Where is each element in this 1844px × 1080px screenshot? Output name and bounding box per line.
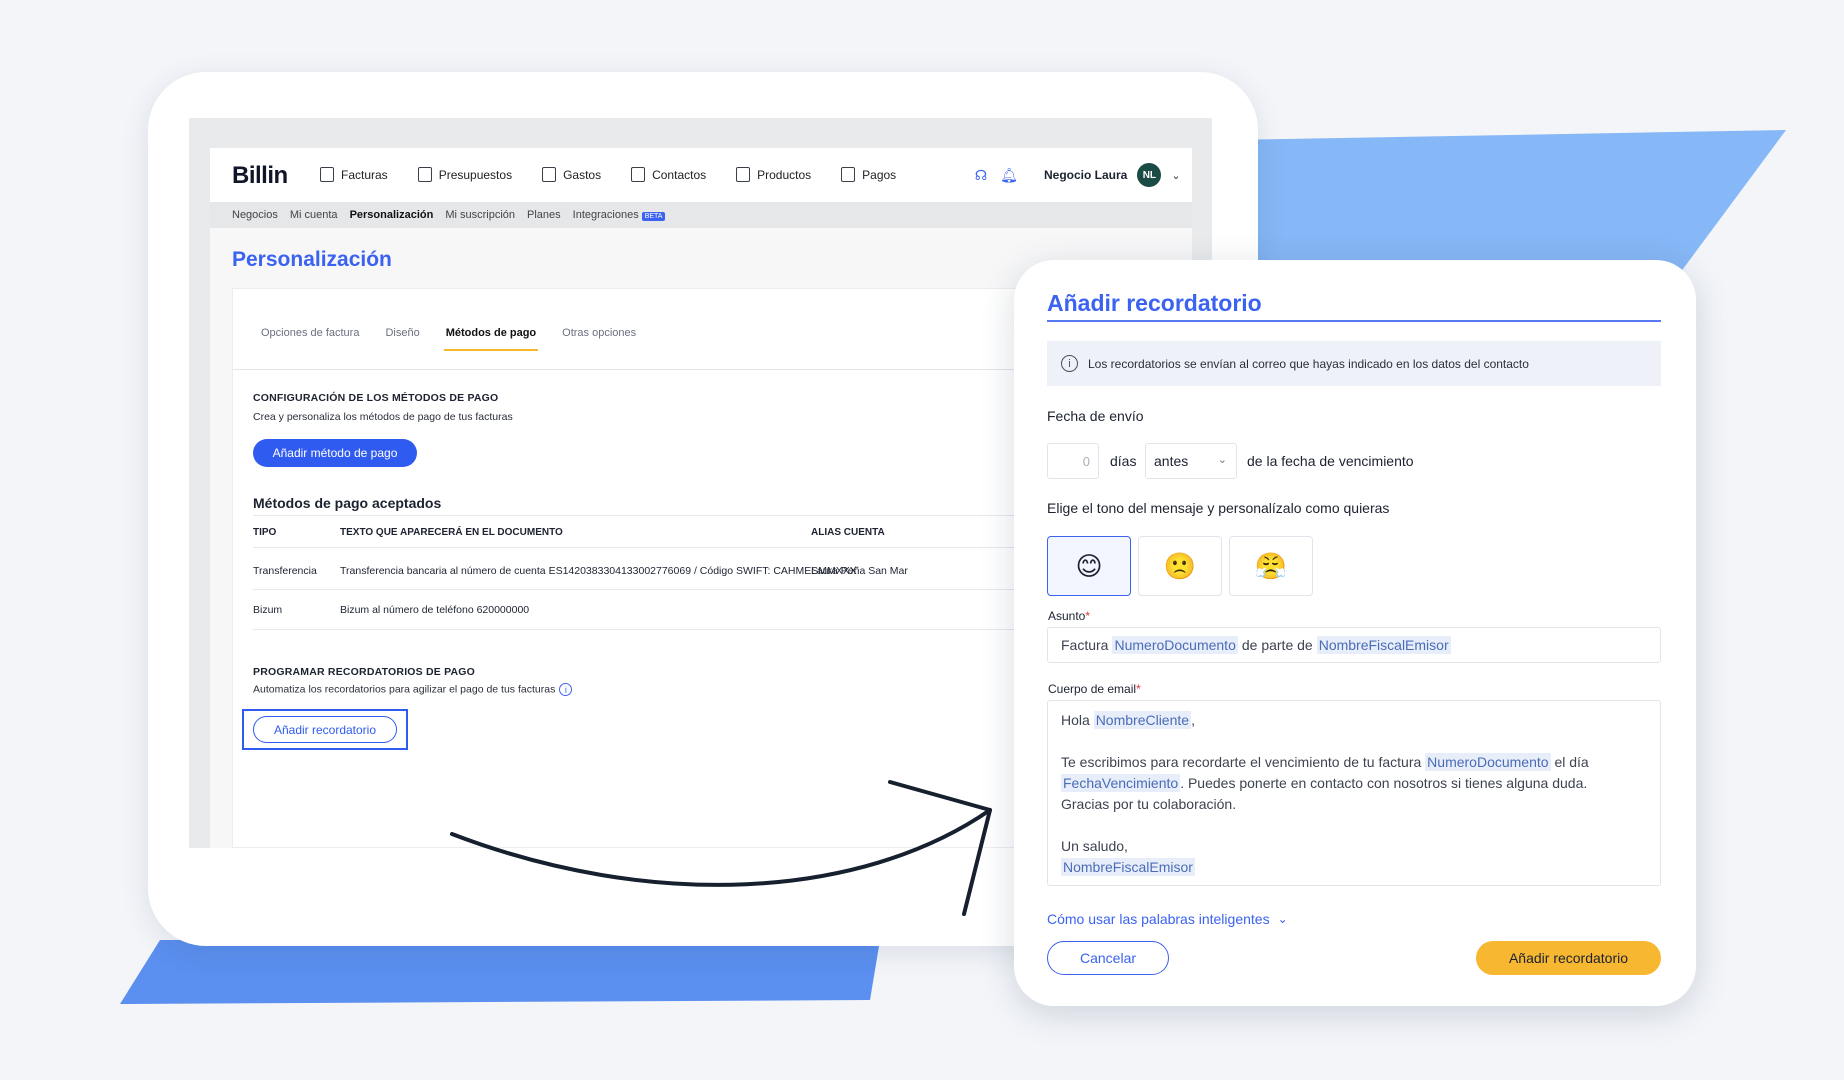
email-body-textarea[interactable]: Hola NombreCliente, Te escribimos para r… bbox=[1047, 700, 1661, 886]
tab-metodos-pago[interactable]: Métodos de pago bbox=[443, 327, 539, 351]
chevron-down-icon: ⌄ bbox=[1277, 912, 1288, 926]
quote-icon bbox=[417, 167, 432, 182]
tone-happy-button[interactable]: 😊 bbox=[1047, 536, 1131, 596]
main-nav: Facturas Presupuestos Gastos Contactos P… bbox=[320, 167, 896, 182]
subject-label: Asunto* bbox=[1048, 609, 1091, 623]
tone-label: Elige el tono del mensaje y personalízal… bbox=[1047, 500, 1390, 516]
add-reminder-button[interactable]: Añadir recordatorio bbox=[253, 716, 397, 743]
th-texto: TEXTO QUE APARECERÁ EN EL DOCUMENTO bbox=[340, 527, 563, 538]
payment-config-subtitle: Crea y personaliza los métodos de pago d… bbox=[253, 411, 513, 423]
accepted-methods-title: Métodos de pago aceptados bbox=[253, 495, 442, 511]
expense-icon bbox=[542, 167, 557, 182]
invoice-icon bbox=[320, 167, 334, 182]
contact-icon bbox=[631, 167, 646, 182]
add-payment-method-button[interactable]: Añadir método de pago bbox=[253, 439, 417, 467]
add-reminder-modal: Añadir recordatorio i Los recordatorios … bbox=[1014, 260, 1696, 1006]
bell-icon[interactable]: 🔔︎ bbox=[1000, 166, 1018, 184]
table-cell-texto: Bizum al número de teléfono 620000000 bbox=[340, 604, 530, 616]
billin-logo[interactable]: Billin bbox=[232, 162, 288, 190]
user-area: ☊ 🔔︎ Negocio Laura NL ⌄ bbox=[972, 163, 1181, 187]
add-reminder-submit-button[interactable]: Añadir recordatorio bbox=[1476, 941, 1661, 975]
subject-input[interactable]: Factura NumeroDocumento de parte de Nomb… bbox=[1047, 627, 1661, 663]
info-icon[interactable]: i bbox=[559, 683, 573, 696]
top-navigation: Billin Facturas Presupuestos Gastos Cont… bbox=[210, 148, 1192, 202]
tab-opciones-factura[interactable]: Opciones de factura bbox=[261, 327, 359, 339]
smart-word-tag: FechaVencimiento bbox=[1061, 774, 1181, 792]
smart-word-tag: NumeroDocumento bbox=[1112, 636, 1238, 654]
smart-words-link[interactable]: Cómo usar las palabras inteligentes ⌄ bbox=[1047, 911, 1288, 927]
smart-word-tag: NumeroDocumento bbox=[1425, 753, 1551, 771]
subnav-planes[interactable]: Planes bbox=[527, 209, 561, 221]
subnav-integraciones[interactable]: Integraciones BETA bbox=[573, 209, 666, 221]
tab-otras-opciones[interactable]: Otras opciones bbox=[562, 327, 636, 339]
required-mark: * bbox=[1136, 682, 1141, 696]
table-cell-alias: Laura Peña San Mar bbox=[811, 565, 908, 577]
page-title: Personalización bbox=[232, 248, 392, 271]
nav-contactos[interactable]: Contactos bbox=[631, 167, 706, 182]
due-date-suffix: de la fecha de vencimiento bbox=[1247, 453, 1414, 469]
nav-gastos[interactable]: Gastos bbox=[542, 167, 601, 182]
days-label: días bbox=[1110, 453, 1137, 469]
when-select[interactable]: antes ⌄ bbox=[1145, 443, 1237, 479]
days-input[interactable]: 0 bbox=[1047, 443, 1099, 479]
payment-icon bbox=[841, 167, 856, 182]
table-cell-texto: Transferencia bancaria al número de cuen… bbox=[340, 565, 857, 577]
nav-presupuestos[interactable]: Presupuestos bbox=[417, 167, 512, 182]
body-label: Cuerpo de email* bbox=[1048, 682, 1141, 696]
subnav-mi-cuenta[interactable]: Mi cuenta bbox=[290, 209, 338, 221]
modal-title-underline bbox=[1047, 320, 1661, 322]
tone-sad-button[interactable]: 🙁 bbox=[1138, 536, 1222, 596]
beta-badge: BETA bbox=[641, 212, 666, 221]
info-banner: i Los recordatorios se envían al correo … bbox=[1047, 341, 1661, 386]
subnav-mi-suscripcion[interactable]: Mi suscripción bbox=[445, 209, 515, 221]
smart-word-tag: NombreFiscalEmisor bbox=[1061, 858, 1195, 876]
nav-pagos[interactable]: Pagos bbox=[841, 167, 896, 182]
headset-icon[interactable]: ☊ bbox=[972, 166, 990, 184]
nav-facturas[interactable]: Facturas bbox=[320, 167, 388, 182]
subnav-personalizacion[interactable]: Personalización bbox=[350, 209, 434, 221]
th-tipo: TIPO bbox=[253, 527, 277, 538]
payment-config-title: CONFIGURACIÓN DE LOS MÉTODOS DE PAGO bbox=[253, 392, 499, 404]
smart-word-tag: NombreCliente bbox=[1093, 711, 1192, 729]
chevron-down-icon: ⌄ bbox=[1217, 454, 1227, 466]
settings-subnav: Negocios Mi cuenta Personalización Mi su… bbox=[210, 202, 1192, 228]
avatar[interactable]: NL bbox=[1137, 163, 1162, 187]
smart-word-tag: NombreFiscalEmisor bbox=[1316, 636, 1451, 654]
tone-angry-button[interactable]: 😤 bbox=[1229, 536, 1313, 596]
table-cell-tipo: Transferencia bbox=[253, 565, 317, 577]
cancel-button[interactable]: Cancelar bbox=[1047, 941, 1169, 975]
reminders-title: PROGRAMAR RECORDATORIOS DE PAGO bbox=[253, 666, 476, 678]
subnav-negocios[interactable]: Negocios bbox=[232, 209, 278, 221]
th-alias: ALIAS CUENTA bbox=[811, 527, 885, 538]
chevron-down-icon[interactable]: ⌄ bbox=[1171, 169, 1180, 182]
nav-productos[interactable]: Productos bbox=[736, 167, 811, 182]
required-mark: * bbox=[1085, 609, 1091, 623]
business-name[interactable]: Negocio Laura bbox=[1044, 168, 1127, 182]
info-icon: i bbox=[1061, 355, 1078, 372]
settings-tabs: Opciones de factura Diseño Métodos de pa… bbox=[261, 327, 636, 351]
send-date-label: Fecha de envío bbox=[1047, 408, 1144, 424]
tab-diseno[interactable]: Diseño bbox=[385, 327, 419, 339]
product-icon bbox=[736, 167, 751, 182]
modal-title: Añadir recordatorio bbox=[1047, 290, 1262, 316]
reminders-subtitle: Automatiza los recordatorios para agiliz… bbox=[253, 683, 573, 696]
table-cell-tipo: Bizum bbox=[253, 604, 283, 616]
